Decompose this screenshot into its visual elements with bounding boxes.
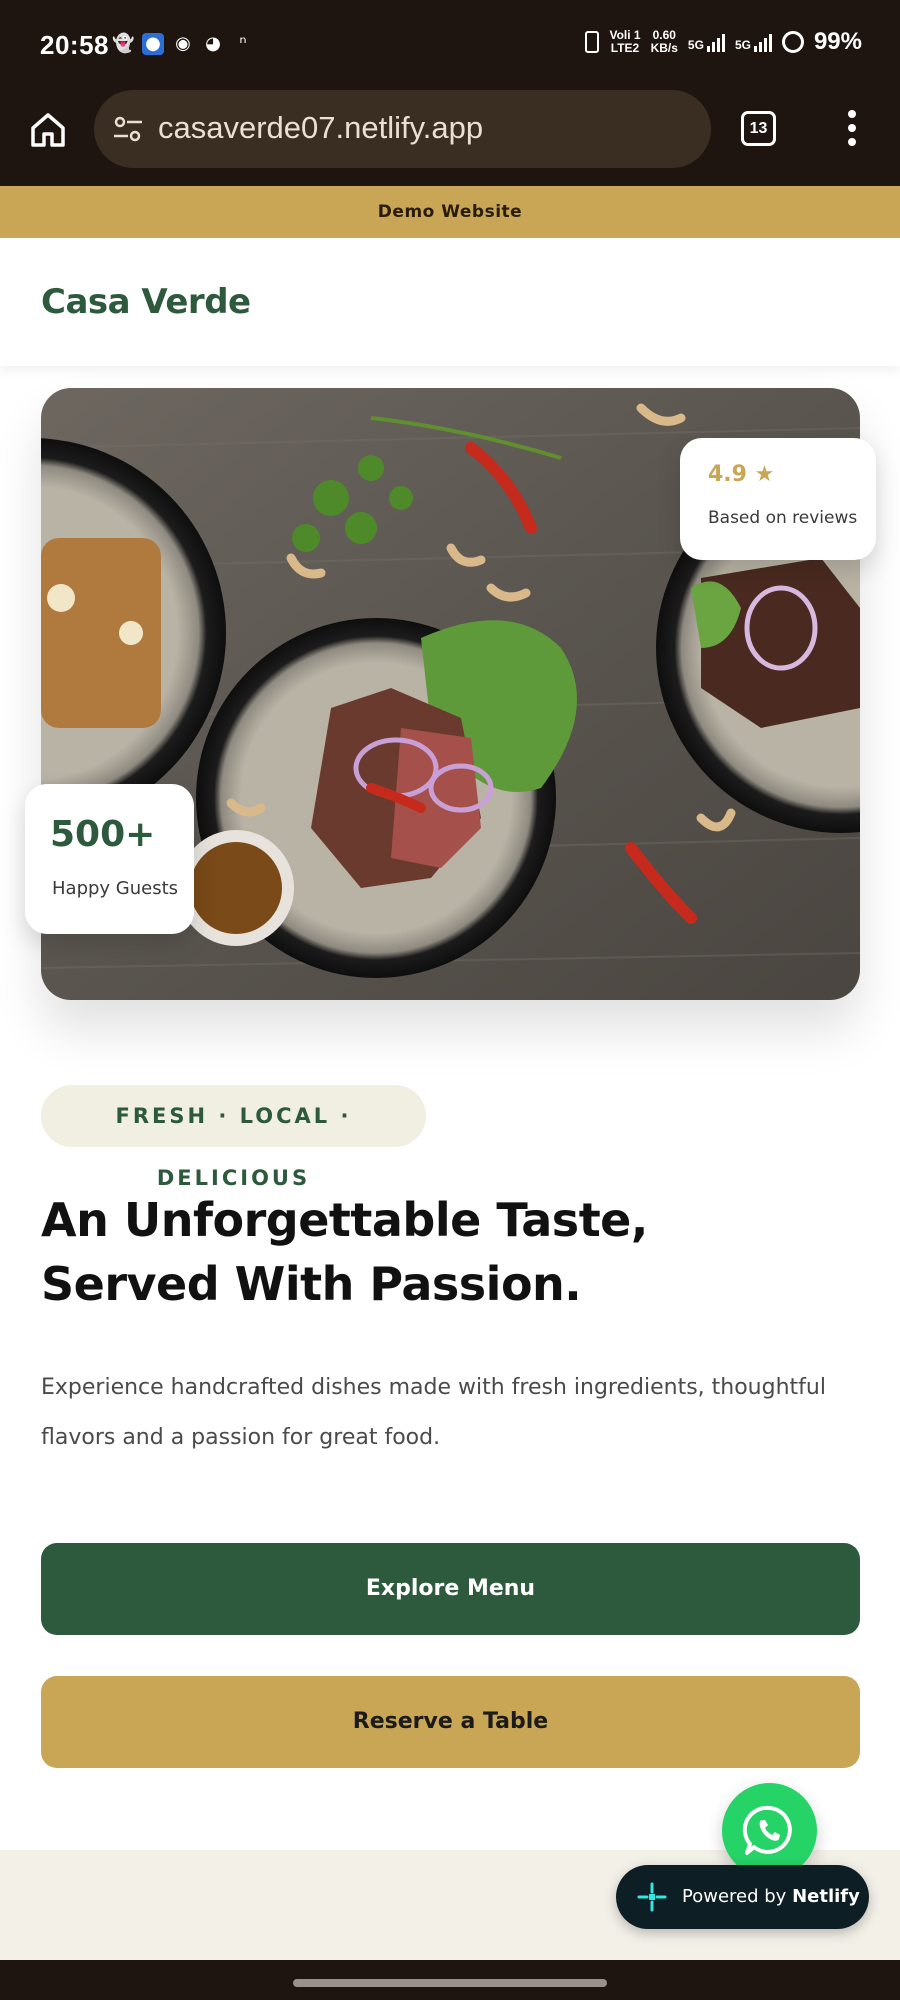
- speed-indicator: 0.60 KB/s: [651, 29, 678, 55]
- snapchat-icon: 👻: [112, 33, 135, 54]
- netlify-brand: Netlify: [792, 1886, 860, 1907]
- signal-a-label: 5G: [687, 38, 704, 52]
- explore-menu-button[interactable]: Explore Menu: [41, 1543, 860, 1635]
- rating-value: 4.9 ★: [708, 462, 775, 487]
- signal-a: 5G: [688, 32, 725, 52]
- facebook-icon: ◉: [175, 33, 191, 54]
- netlify-badge[interactable]: Powered by Netlify: [616, 1865, 869, 1929]
- battery-icon: [781, 31, 804, 53]
- address-bar[interactable]: casaverde07.netlify.app: [94, 90, 711, 168]
- app-notification-icon: ●: [142, 33, 164, 55]
- guests-value: 500+: [50, 814, 156, 855]
- tagline-pill: FRESH · LOCAL · DELICIOUS: [41, 1085, 426, 1190]
- rating-card: 4.9 ★ Based on reviews: [680, 438, 876, 560]
- site-header: Casa Verde: [0, 244, 900, 366]
- signal-b: 5G: [735, 32, 772, 52]
- netlify-icon: [637, 1882, 667, 1912]
- status-bar: 20:58 👻 ● ◉ ◕ ⁿ Voli 1 LTE2 0.60 KB/s 5G…: [0, 0, 900, 90]
- speed-unit: KB/s: [650, 41, 678, 55]
- site-settings-icon[interactable]: [112, 114, 144, 144]
- reserve-table-button[interactable]: Reserve a Table: [41, 1676, 860, 1768]
- demo-ribbon: Demo Website: [0, 186, 900, 238]
- tabs-button[interactable]: 13: [741, 111, 776, 146]
- signal-b-label: 5G: [734, 38, 751, 52]
- system-nav-bar: [0, 1960, 900, 2000]
- whatsapp-icon: [742, 1805, 792, 1855]
- dot-icon: [848, 110, 856, 118]
- notification-icons: 👻 ● ◉ ◕ ⁿ: [112, 33, 254, 55]
- home-button[interactable]: [26, 108, 70, 152]
- more-options-button[interactable]: [844, 110, 860, 150]
- vibrate-icon: [585, 31, 600, 53]
- status-indicators: Voli 1 LTE2 0.60 KB/s 5G 5G 99%: [585, 28, 862, 56]
- dot-icon: [848, 138, 856, 146]
- food-app-icon: ◕: [205, 33, 221, 54]
- brand-logo[interactable]: Casa Verde: [41, 282, 251, 322]
- netlify-label: Powered by Netlify: [682, 1865, 860, 1929]
- guests-card: 500+ Happy Guests: [25, 784, 194, 934]
- guests-label: Happy Guests: [52, 878, 179, 899]
- browser-toolbar: casaverde07.netlify.app 13: [0, 90, 900, 186]
- n-app-icon: ⁿ: [239, 33, 247, 54]
- battery-percent: 99%: [813, 28, 862, 55]
- netlify-prefix: Powered by: [682, 1886, 793, 1907]
- home-icon: [31, 113, 65, 147]
- dot-icon: [848, 124, 856, 132]
- signal-bars-icon: [753, 32, 772, 52]
- hero-description: Experience handcrafted dishes made with …: [41, 1375, 826, 1450]
- rating-label: Based on reviews: [708, 508, 858, 528]
- whatsapp-button[interactable]: [722, 1783, 817, 1878]
- home-gesture-handle[interactable]: [293, 1979, 607, 1987]
- hero-headline: An Unforgettable Taste, Served With Pass…: [41, 1193, 648, 1311]
- url-text[interactable]: casaverde07.netlify.app: [158, 110, 483, 146]
- signal-bars-icon: [706, 32, 725, 52]
- network-bottom-text: LTE2: [610, 41, 640, 55]
- network-indicator: Voli 1 LTE2: [609, 29, 640, 55]
- status-time: 20:58: [40, 30, 109, 60]
